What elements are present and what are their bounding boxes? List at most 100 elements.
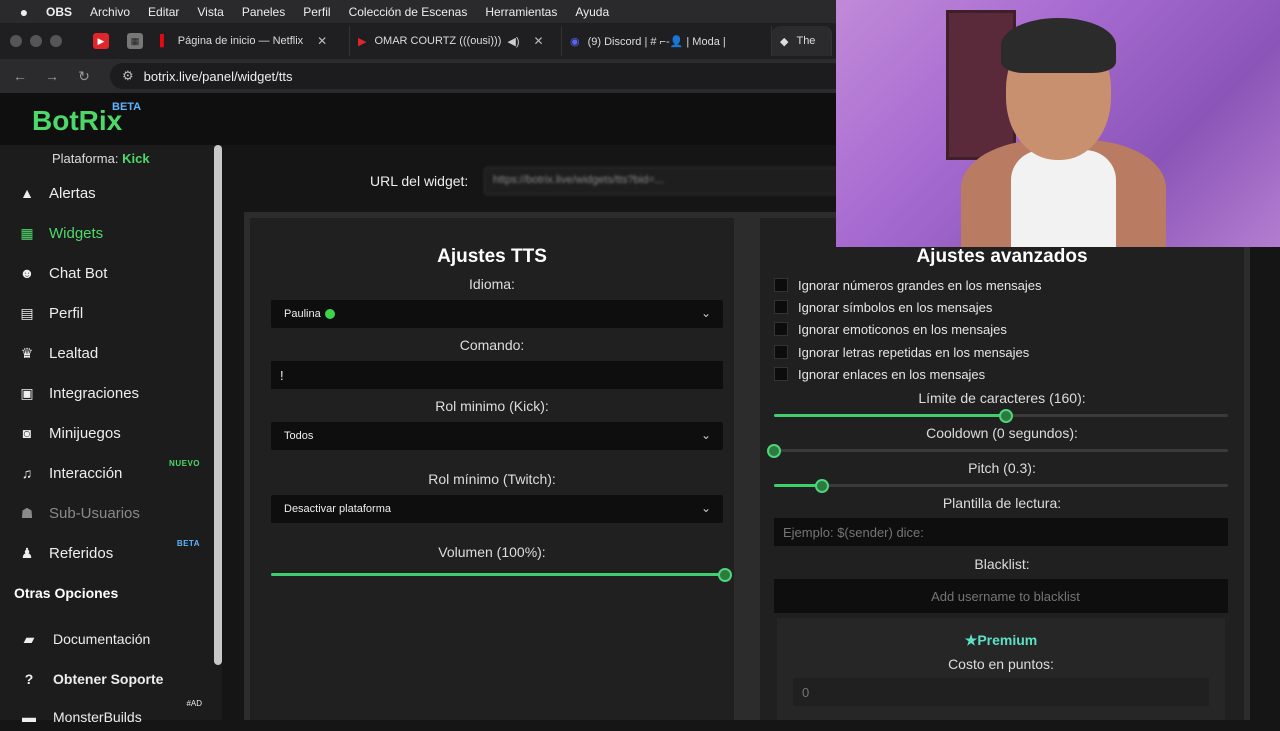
sidebar-item-referidos[interactable]: ♟ Referidos BETA [18, 539, 208, 567]
close-window-button[interactable] [10, 35, 22, 47]
id-card-icon: ▤ [20, 304, 34, 321]
costo-label: Costo en puntos: [948, 656, 1054, 672]
checkbox-ignore-links[interactable]: Ignorar enlaces en los mensajes [774, 365, 985, 383]
menu-ayuda[interactable]: Ayuda [575, 5, 609, 19]
speaker-icon[interactable]: ◀) [507, 35, 519, 48]
chevron-down-icon: ⌄ [700, 501, 711, 515]
checkbox-ignore-numbers[interactable]: Ignorar números grandes en los mensajes [774, 276, 1042, 294]
idioma-select[interactable]: Paulina ⌄ [271, 300, 723, 328]
rol-twitch-select[interactable]: Desactivar plataforma ⌄ [271, 495, 723, 523]
sidebar-item-integraciones[interactable]: ▣ Integraciones [18, 379, 208, 407]
sidebar-item-minijuegos[interactable]: ◙ Minijuegos [18, 419, 208, 447]
tab-netflix[interactable]: ▌ Página de inicio — Netflix ✕ [152, 26, 350, 56]
cooldown-slider[interactable] [767, 444, 1228, 458]
comando-input[interactable] [271, 361, 723, 389]
rol-kick-select[interactable]: Todos ⌄ [271, 422, 723, 450]
premium-title: ★Premium [964, 632, 1038, 648]
checkbox-box[interactable] [774, 345, 788, 359]
rol-kick-label: Rol minimo (Kick): [435, 398, 549, 414]
menu-vista[interactable]: Vista [197, 5, 223, 19]
rol-twitch-label: Rol mínimo (Twitch): [428, 471, 556, 487]
users-icon: ☗ [20, 504, 34, 521]
sidebar-item-label: Interacción [49, 464, 123, 482]
sidebar-item-label: MonsterBuilds [53, 709, 142, 725]
sidebar-item-documentacion[interactable]: ▰ Documentación [20, 625, 210, 653]
close-tab-icon[interactable]: ✕ [317, 34, 327, 48]
checkbox-label: Ignorar números grandes en los mensajes [798, 277, 1042, 293]
menu-herramientas[interactable]: Herramientas [485, 5, 557, 19]
checkbox-box[interactable] [774, 367, 788, 381]
sidebar-item-label: Referidos [49, 544, 114, 562]
sidebar-item-monsterbuilds[interactable]: ▬ MonsterBuilds #AD [20, 699, 210, 731]
youtube-icon: ▶ [358, 35, 367, 48]
sidebar-item-label: Alertas [49, 184, 96, 202]
volumen-slider[interactable] [271, 568, 732, 582]
pinned-tab-icon[interactable]: ▦ [127, 33, 143, 49]
sidebar-item-perfil[interactable]: ▤ Perfil [18, 299, 208, 327]
menu-escenas[interactable]: Colección de Escenas [349, 5, 468, 19]
sidebar-item-chatbot[interactable]: ☻ Chat Bot [18, 259, 208, 287]
checkbox-label: Ignorar símbolos en los mensajes [798, 299, 993, 315]
sidebar-item-label: Minijuegos [49, 424, 121, 442]
idioma-label: Idioma: [469, 276, 515, 292]
monitor-icon: ▬ [22, 709, 36, 725]
site-settings-icon[interactable]: ⚙ [122, 68, 134, 84]
widget-url-field[interactable]: https://botrix.live/widgets/tts?bid=... [484, 167, 884, 195]
costo-input[interactable] [793, 678, 1209, 706]
checkbox-box[interactable] [774, 322, 788, 336]
sidebar-item-widgets[interactable]: ▦ Widgets [18, 219, 208, 247]
sidebar-item-alertas[interactable]: ▲ Alertas [18, 179, 208, 207]
botrix-logo[interactable]: BotRix BETA [32, 101, 141, 137]
checkbox-ignore-symbols[interactable]: Ignorar símbolos en los mensajes [774, 298, 992, 316]
tab-youtube[interactable]: ▶ OMAR COURTZ (((ousi))) ◀) ✕ [350, 26, 562, 56]
sidebar-item-label: Lealtad [49, 344, 99, 362]
discord-icon: ◉ [570, 35, 580, 48]
minimize-window-button[interactable] [30, 35, 42, 47]
limit-slider[interactable] [774, 409, 1228, 423]
plantilla-input[interactable] [774, 518, 1228, 546]
apple-icon[interactable]: ● [16, 4, 32, 20]
checkbox-label: Ignorar enlaces en los mensajes [798, 366, 986, 382]
menu-archivo[interactable]: Archivo [90, 5, 130, 19]
referral-icon: ♟ [20, 544, 34, 561]
zoom-window-button[interactable] [50, 35, 62, 47]
tab-discord[interactable]: ◉ (9) Discord | # ⌐-👤 | Moda | [562, 26, 772, 56]
tab-botrix[interactable]: ◆ The [772, 26, 832, 56]
reload-icon[interactable]: ↻ [68, 68, 100, 85]
menu-paneles[interactable]: Paneles [242, 5, 285, 19]
pitch-slider[interactable] [774, 479, 1228, 493]
sidebar-item-subusuarios[interactable]: ☗ Sub-Usuarios [18, 499, 208, 527]
grid-icon: ▦ [20, 224, 34, 241]
slider-track [774, 449, 1228, 452]
new-badge: NUEVO [169, 459, 200, 468]
sidebar-item-interaccion[interactable]: ♫ Interacción NUEVO [18, 459, 208, 487]
slider-thumb[interactable] [998, 409, 1013, 423]
menu-obs[interactable]: OBS [46, 5, 72, 19]
slider-thumb[interactable] [767, 444, 781, 458]
forward-arrow-icon[interactable]: → [36, 68, 68, 84]
slider-thumb[interactable] [814, 479, 829, 493]
checkbox-box[interactable] [774, 300, 788, 314]
green-dot-icon [324, 309, 335, 319]
blacklist-input[interactable] [774, 579, 1228, 613]
sidebar-scrollbar[interactable] [214, 145, 222, 665]
close-tab-icon[interactable]: ✕ [534, 34, 544, 48]
checkbox-ignore-emotes[interactable]: Ignorar emoticonos en los mensajes [774, 320, 1007, 338]
sidebar-item-lealtad[interactable]: ♛ Lealtad [18, 339, 208, 367]
ad-badge: #AD [186, 699, 202, 708]
rol-kick-value: Todos [284, 430, 314, 442]
tts-settings-panel: Ajustes TTS Idioma: Paulina ⌄ Comando: R… [250, 218, 734, 720]
platform-value: Kick [122, 151, 150, 166]
slider-thumb[interactable] [718, 568, 732, 582]
menu-editar[interactable]: Editar [148, 5, 179, 19]
youtube-pinned-icon[interactable]: ▶ [93, 33, 109, 49]
menu-perfil[interactable]: Perfil [303, 5, 330, 19]
premium-section: ★Premium Costo en puntos: [777, 618, 1225, 720]
back-arrow-icon[interactable]: ← [4, 68, 36, 84]
checkbox-box[interactable] [774, 278, 788, 292]
checkbox-ignore-repeated[interactable]: Ignorar letras repetidas en los mensajes [774, 343, 1029, 361]
tab-label: Página de inicio — Netflix [177, 35, 304, 47]
url-field[interactable]: ⚙ botrix.live/panel/widget/tts [110, 63, 870, 89]
sidebar-item-soporte[interactable]: ? Obtener Soporte [20, 665, 210, 693]
advanced-settings-panel: Ajustes avanzados Ignorar números grande… [760, 218, 1244, 720]
